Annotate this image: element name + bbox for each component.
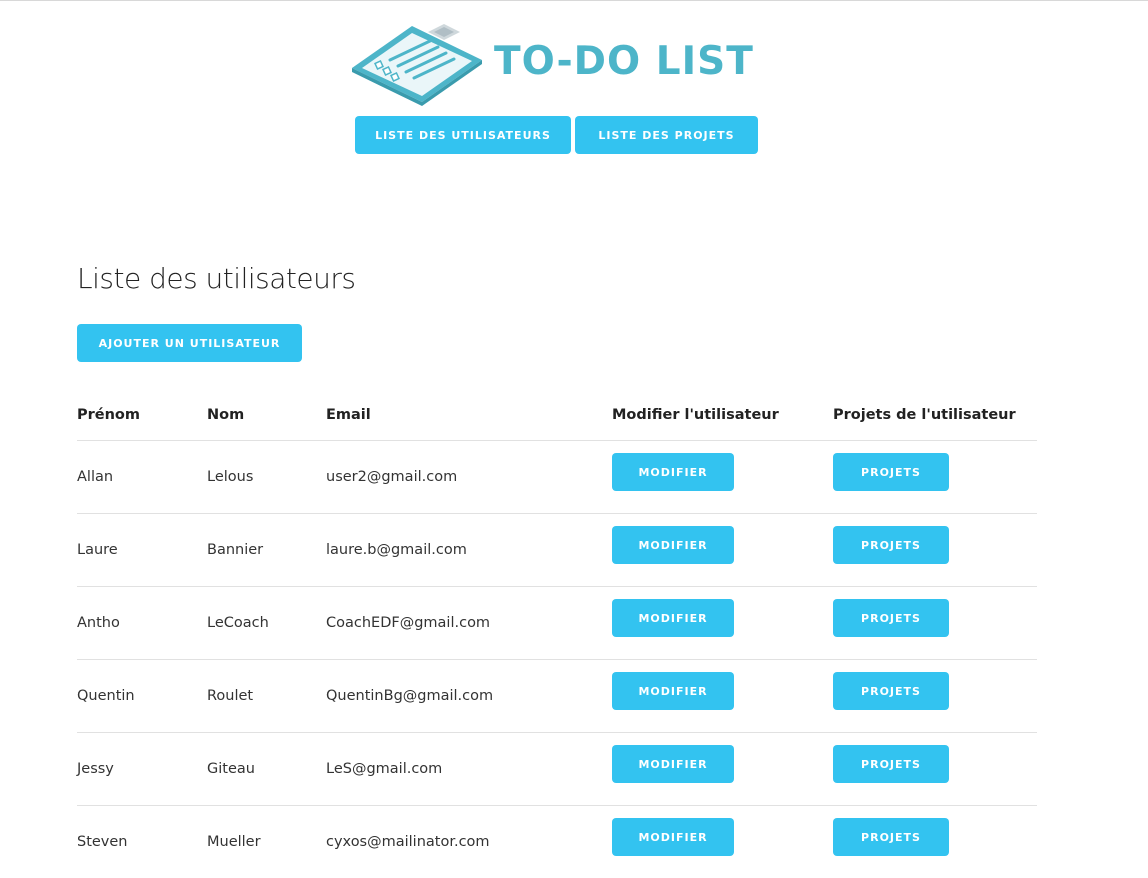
app-logo[interactable]: TO-DO LIST (350, 20, 760, 106)
cell-lastname: LeCoach (207, 615, 269, 631)
user-projects-button[interactable]: PROJETS (833, 453, 949, 491)
top-divider (0, 0, 1148, 1)
header-lastname: Nom (207, 407, 245, 423)
app-title: TO-DO LIST (494, 39, 754, 84)
cell-firstname: Quentin (77, 688, 135, 704)
cell-lastname: Giteau (207, 761, 255, 777)
modify-user-button[interactable]: MODIFIER (612, 453, 734, 491)
header-modify: Modifier l'utilisateur (612, 407, 779, 423)
modify-user-button[interactable]: MODIFIER (612, 745, 734, 783)
cell-firstname: Jessy (77, 761, 114, 777)
cell-firstname: Steven (77, 834, 128, 850)
header-projects: Projets de l'utilisateur (833, 407, 1016, 423)
cell-firstname: Laure (77, 542, 118, 558)
cell-lastname: Lelous (207, 469, 254, 485)
cell-email: laure.b@gmail.com (326, 542, 467, 558)
modify-user-button[interactable]: MODIFIER (612, 672, 734, 710)
user-projects-button[interactable]: PROJETS (833, 599, 949, 637)
modify-user-button[interactable]: MODIFIER (612, 818, 734, 856)
page-title: Liste des utilisateurs (77, 262, 356, 295)
cell-email: LeS@gmail.com (326, 761, 443, 777)
table-row: Jessy Giteau LeS@gmail.com MODIFIER PROJ… (77, 733, 1037, 806)
cell-email: cyxos@mailinator.com (326, 834, 490, 850)
modify-user-button[interactable]: MODIFIER (612, 599, 734, 637)
user-projects-button[interactable]: PROJETS (833, 672, 949, 710)
table-row: Laure Bannier laure.b@gmail.com MODIFIER… (77, 514, 1037, 587)
table-header: Prénom Nom Email Modifier l'utilisateur … (77, 394, 1037, 441)
cell-firstname: Allan (77, 469, 114, 485)
user-projects-button[interactable]: PROJETS (833, 745, 949, 783)
nav-projects-button[interactable]: LISTE DES PROJETS (575, 116, 758, 154)
cell-email: QuentinBg@gmail.com (326, 688, 494, 704)
user-projects-button[interactable]: PROJETS (833, 818, 949, 856)
cell-firstname: Antho (77, 615, 120, 631)
cell-email: CoachEDF@gmail.com (326, 615, 491, 631)
table-row: Allan Lelous user2@gmail.com MODIFIER PR… (77, 441, 1037, 514)
cell-lastname: Bannier (207, 542, 264, 558)
clipboard-checklist-icon (352, 24, 482, 106)
header-email: Email (326, 407, 371, 423)
nav-users-button[interactable]: LISTE DES UTILISATEURS (355, 116, 571, 154)
cell-email: user2@gmail.com (326, 469, 458, 485)
table-row: Antho LeCoach CoachEDF@gmail.com MODIFIE… (77, 587, 1037, 660)
modify-user-button[interactable]: MODIFIER (612, 526, 734, 564)
cell-lastname: Mueller (207, 834, 261, 850)
cell-lastname: Roulet (207, 688, 254, 704)
user-projects-button[interactable]: PROJETS (833, 526, 949, 564)
header-firstname: Prénom (77, 407, 141, 423)
table-row: Quentin Roulet QuentinBg@gmail.com MODIF… (77, 660, 1037, 733)
users-table: Prénom Nom Email Modifier l'utilisateur … (77, 394, 1037, 878)
table-row: Steven Mueller cyxos@mailinator.com MODI… (77, 806, 1037, 878)
add-user-button[interactable]: AJOUTER UN UTILISATEUR (77, 324, 302, 362)
